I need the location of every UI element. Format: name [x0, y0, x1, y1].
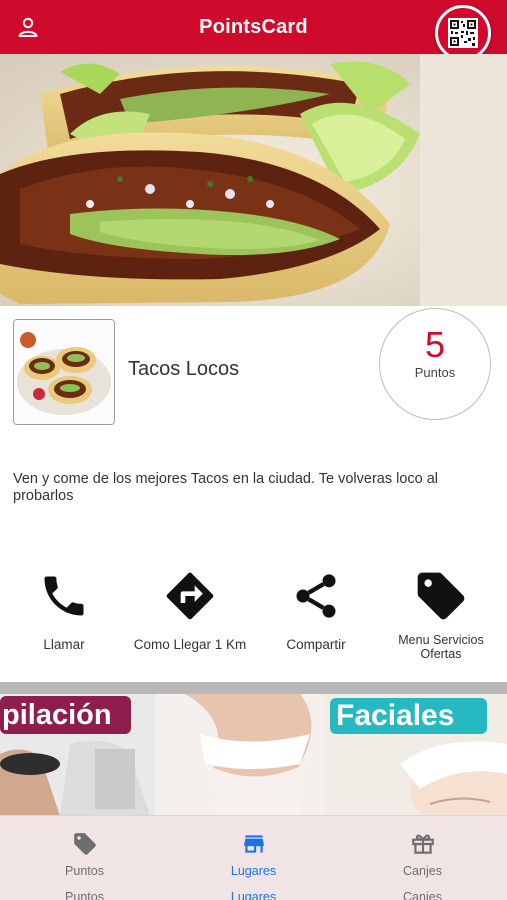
app-title: PointsCard [199, 15, 308, 38]
store-description: Ven y come de los mejores Tacos en la ci… [13, 471, 439, 504]
qr-code-icon [448, 18, 478, 48]
menu-services-offers-button[interactable]: Menu Servicios Ofertas [378, 565, 504, 661]
store-hero-image [0, 54, 507, 306]
bottom-tab-bar: Puntos Puntos Lugares Lugares Canjes Can… [0, 815, 507, 900]
directions-label: Como Llegar 1 Km [133, 637, 247, 652]
tab-lugares-sublabel: Lugares [230, 890, 277, 900]
tag-icon [417, 572, 465, 620]
qr-code-button[interactable] [435, 5, 491, 61]
banner-text-left: pilación [2, 699, 112, 731]
share-icon [296, 574, 336, 618]
menu-services-label-line1: Menu Servicios [398, 633, 484, 647]
phone-icon [44, 576, 84, 616]
tab-canjes[interactable]: Canjes Canjes [338, 816, 507, 900]
tab-canjes-sublabel: Canjes [403, 890, 442, 900]
banner-text-right: Faciales [336, 699, 455, 732]
store-logo-image [13, 319, 115, 425]
store-icon [243, 835, 264, 853]
tab-puntos-label: Puntos [65, 864, 104, 878]
store-name: Tacos Locos [128, 358, 240, 380]
call-label: Llamar [43, 637, 85, 652]
tab-puntos[interactable]: Puntos Puntos [0, 816, 169, 900]
tab-lugares[interactable]: Lugares Lugares [169, 816, 338, 900]
menu-services-label-line2: Ofertas [420, 647, 462, 661]
points-label: Puntos [414, 365, 456, 380]
tag-icon [73, 833, 96, 855]
tab-puntos-sublabel: Puntos [65, 890, 104, 900]
points-value: 5 [424, 324, 446, 365]
share-button[interactable]: Compartir [253, 565, 379, 652]
call-button[interactable]: Llamar [1, 565, 127, 652]
directions-icon [166, 572, 214, 620]
store-actions: Llamar Como Llegar 1 Km Compartir Menu S… [0, 565, 507, 675]
points-badge: 5 Puntos [379, 308, 491, 420]
promo-banner[interactable]: pilación Faciales [0, 694, 507, 816]
directions-button[interactable]: Como Llegar 1 Km [127, 565, 253, 652]
gift-icon [411, 834, 434, 854]
tab-canjes-label: Canjes [403, 864, 442, 878]
menu-services-offers-label: Menu Servicios Ofertas [378, 633, 504, 661]
share-label: Compartir [286, 637, 346, 652]
top-app-bar: PointsCard [0, 0, 507, 61]
user-icon[interactable] [14, 13, 42, 41]
tab-lugares-label: Lugares [230, 864, 277, 878]
section-divider [0, 682, 507, 694]
